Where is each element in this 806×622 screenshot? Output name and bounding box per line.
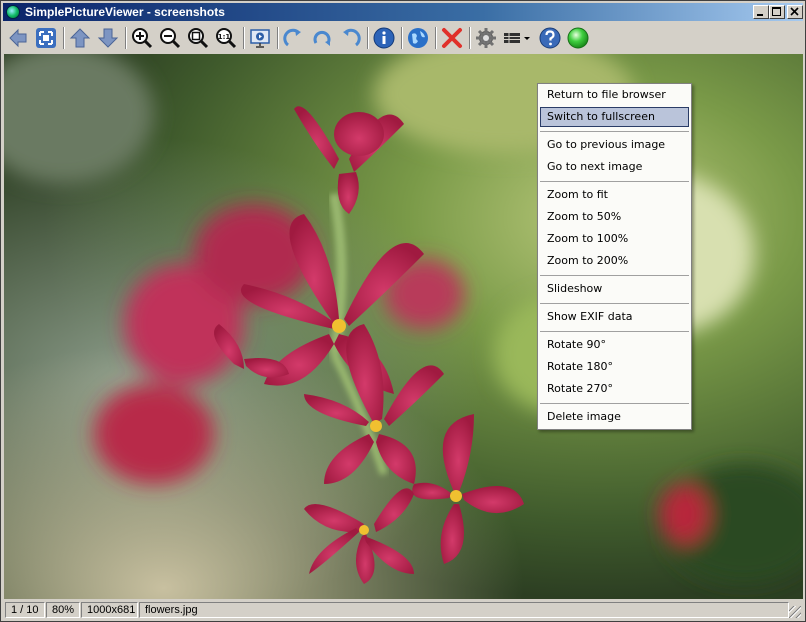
menu-item-previous-image[interactable]: Go to previous image xyxy=(540,135,689,155)
status-zoom-level: 80% xyxy=(46,602,80,618)
settings-button[interactable] xyxy=(473,25,499,51)
info-icon xyxy=(373,27,395,49)
menu-separator xyxy=(540,131,689,132)
minimize-icon xyxy=(757,14,763,16)
globe-icon xyxy=(408,28,428,48)
web-button[interactable] xyxy=(405,25,431,51)
up-arrow-icon xyxy=(69,28,91,48)
zoom-fit-icon xyxy=(188,28,209,49)
rotate-180-icon xyxy=(313,30,331,46)
menu-item-return-to-file-browser[interactable]: Return to file browser xyxy=(540,85,689,105)
menu-item-slideshow[interactable]: Slideshow xyxy=(540,279,689,299)
delete-button[interactable] xyxy=(439,25,465,51)
view-mode-dropdown[interactable] xyxy=(501,25,533,51)
menu-item-zoom-50[interactable]: Zoom to 50% xyxy=(540,207,689,227)
menu-item-rotate-90[interactable]: Rotate 90° xyxy=(540,335,689,355)
status-bar: 1 / 10 80% 1000x681 flowers.jpg xyxy=(3,600,803,620)
status-dimensions: 1000x681 xyxy=(81,602,138,618)
rotate-270-button[interactable] xyxy=(337,25,363,51)
slideshow-button[interactable] xyxy=(247,25,273,51)
status-image-position: 1 / 10 xyxy=(5,602,45,618)
zoom-fit-button[interactable] xyxy=(185,25,211,51)
rotate-270-icon xyxy=(343,28,361,47)
menu-item-rotate-270[interactable]: Rotate 270° xyxy=(540,379,689,399)
minimize-button[interactable] xyxy=(753,5,769,19)
info-button[interactable] xyxy=(371,25,397,51)
status-green-icon xyxy=(567,27,589,49)
toolbar-separator xyxy=(435,27,437,49)
title-bar[interactable]: SimplePictureViewer - screenshots xyxy=(3,3,803,21)
toolbar-separator xyxy=(63,27,65,49)
menu-item-delete-image[interactable]: Delete image xyxy=(540,407,689,427)
menu-separator xyxy=(540,331,689,332)
rotate-90-button[interactable] xyxy=(281,25,307,51)
help-button[interactable] xyxy=(537,25,563,51)
window-title: SimplePictureViewer - screenshots xyxy=(25,5,225,19)
resize-grip[interactable] xyxy=(789,606,801,618)
maximize-button[interactable] xyxy=(769,5,785,19)
status-filename: flowers.jpg xyxy=(139,602,789,618)
menu-item-zoom-100[interactable]: Zoom to 100% xyxy=(540,229,689,249)
rotate-90-icon xyxy=(283,28,301,47)
zoom-in-icon xyxy=(132,28,153,49)
image-viewport[interactable]: Return to file browser Switch to fullscr… xyxy=(4,54,803,599)
menu-separator xyxy=(540,403,689,404)
zoom-out-icon xyxy=(160,28,181,49)
fullscreen-icon xyxy=(36,28,56,48)
view-mode-icon xyxy=(504,33,530,43)
toolbar: 1:1 xyxy=(3,23,803,53)
app-icon[interactable] xyxy=(6,5,20,19)
chevron-down-icon xyxy=(524,37,530,40)
toolbar-separator xyxy=(277,27,279,49)
menu-separator xyxy=(540,275,689,276)
maximize-icon xyxy=(772,7,781,16)
zoom-100-button[interactable]: 1:1 xyxy=(213,25,239,51)
down-arrow-icon xyxy=(97,28,119,48)
help-icon xyxy=(539,27,561,49)
fullscreen-button[interactable] xyxy=(33,25,59,51)
context-menu: Return to file browser Switch to fullscr… xyxy=(537,83,692,430)
toolbar-separator xyxy=(367,27,369,49)
zoom-100-label: 1:1 xyxy=(218,33,231,41)
menu-item-show-exif[interactable]: Show EXIF data xyxy=(540,307,689,327)
menu-separator xyxy=(540,303,689,304)
toolbar-separator xyxy=(469,27,471,49)
slideshow-icon xyxy=(250,29,270,48)
menu-item-zoom-to-fit[interactable]: Zoom to fit xyxy=(540,185,689,205)
app-window: SimplePictureViewer - screenshots 1:1 Re… xyxy=(0,0,806,622)
rotate-180-button[interactable] xyxy=(309,25,335,51)
back-arrow-icon xyxy=(9,28,27,48)
next-folder-button[interactable] xyxy=(95,25,121,51)
back-button[interactable] xyxy=(5,25,31,51)
settings-gear-icon xyxy=(476,28,496,48)
zoom-in-button[interactable] xyxy=(129,25,155,51)
toolbar-separator xyxy=(243,27,245,49)
menu-item-next-image[interactable]: Go to next image xyxy=(540,157,689,177)
close-button[interactable] xyxy=(787,5,803,19)
status-button[interactable] xyxy=(565,25,591,51)
menu-item-zoom-200[interactable]: Zoom to 200% xyxy=(540,251,689,271)
menu-item-rotate-180[interactable]: Rotate 180° xyxy=(540,357,689,377)
menu-separator xyxy=(540,181,689,182)
zoom-100-icon: 1:1 xyxy=(216,28,237,49)
zoom-out-button[interactable] xyxy=(157,25,183,51)
delete-icon xyxy=(442,28,462,48)
close-icon xyxy=(790,7,799,16)
toolbar-separator xyxy=(125,27,127,49)
previous-folder-button[interactable] xyxy=(67,25,93,51)
menu-item-switch-to-fullscreen[interactable]: Switch to fullscreen xyxy=(540,107,689,127)
toolbar-separator xyxy=(401,27,403,49)
